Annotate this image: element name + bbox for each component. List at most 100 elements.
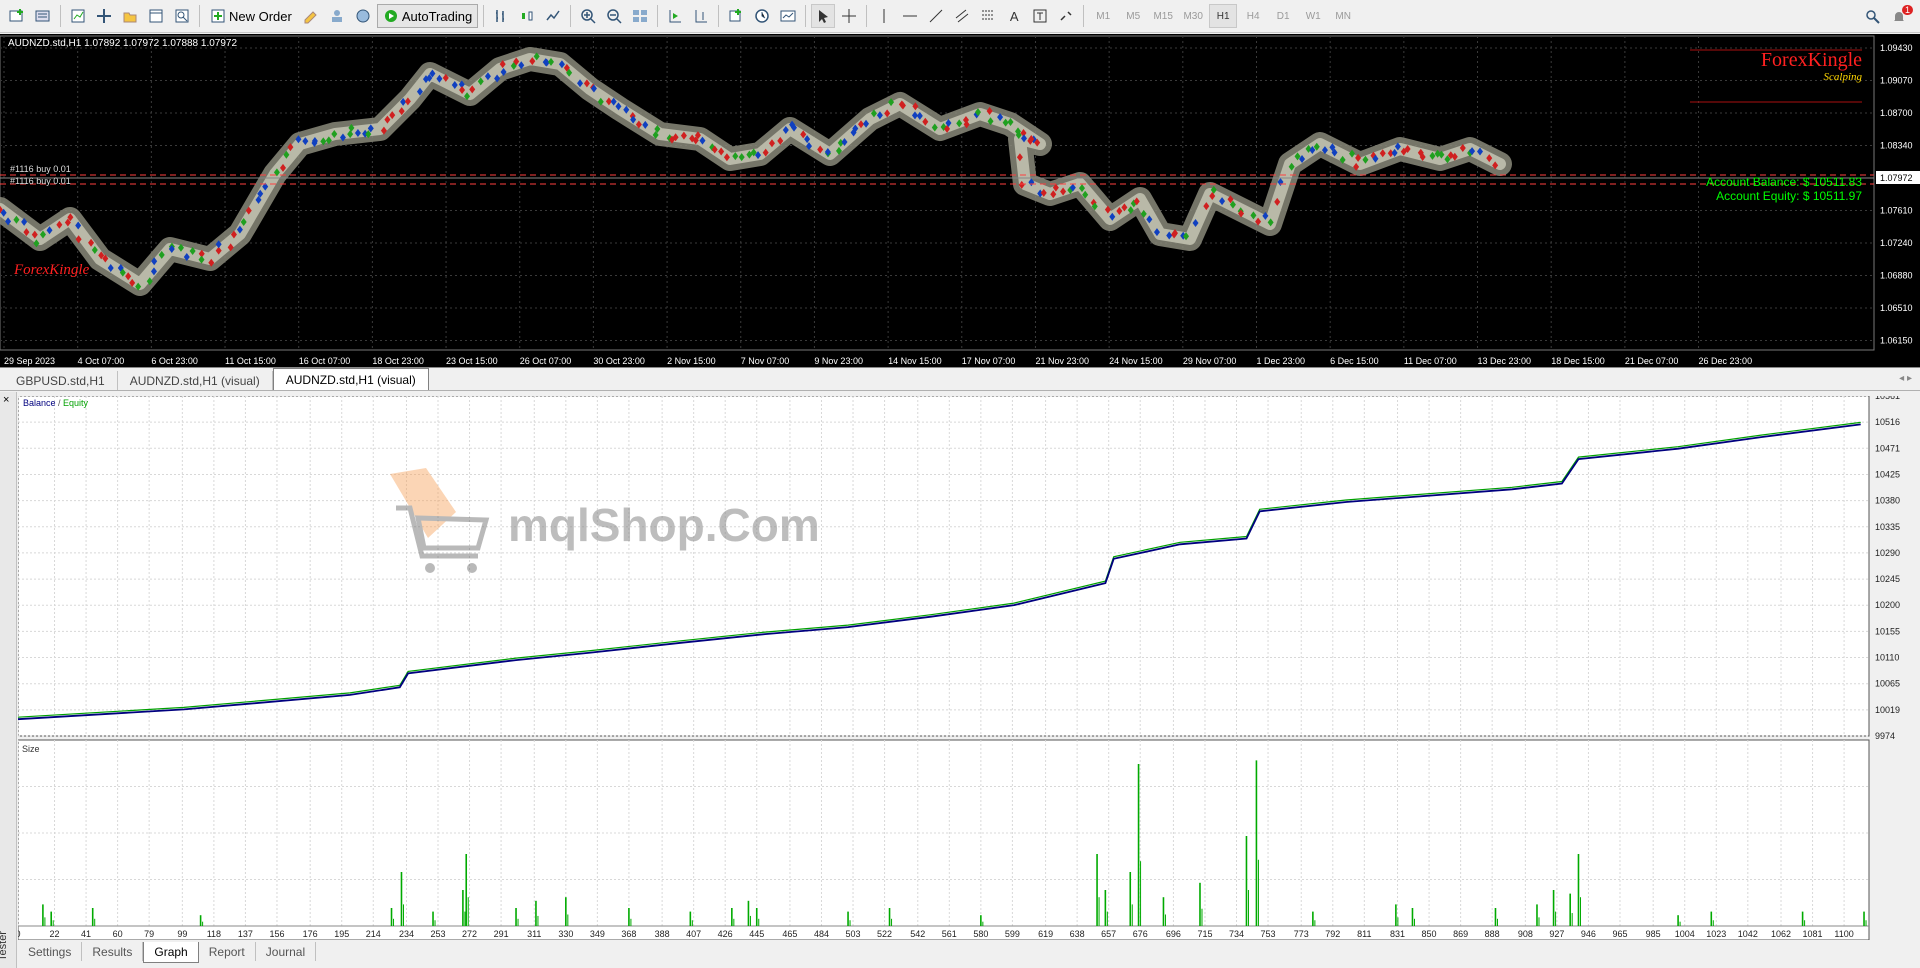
timeframe-m1[interactable]: M1 — [1089, 4, 1117, 28]
size-tick: 927 — [1549, 929, 1564, 939]
size-tick: 291 — [494, 929, 509, 939]
tab-settings[interactable]: Settings — [18, 942, 83, 961]
main-toolbar: New Order AutoTrading A M1 M5 M15 M30 H1… — [0, 0, 1920, 33]
vertical-line-icon[interactable] — [872, 4, 896, 28]
new-order-button[interactable]: New Order — [205, 4, 297, 28]
periods-icon[interactable] — [750, 4, 774, 28]
balance-tick: 10019 — [1875, 705, 1900, 715]
equidistant-channel-icon[interactable] — [950, 4, 974, 28]
text-icon[interactable]: A — [1002, 4, 1026, 28]
templates-icon[interactable] — [776, 4, 800, 28]
tab-journal[interactable]: Journal — [256, 942, 317, 961]
size-tick: 542 — [910, 929, 925, 939]
search-icon[interactable] — [1861, 5, 1885, 29]
chart-tab-audnzd-visual-2[interactable]: AUDNZD.std,H1 (visual) — [272, 368, 429, 390]
chart-shift-icon[interactable] — [689, 4, 713, 28]
size-tick: 79 — [144, 929, 154, 939]
auto-trading-label: AutoTrading — [401, 8, 473, 24]
price-chart-window[interactable]: 1.09430 1.09070 1.08700 1.08340 1.07972 1.076… — [0, 34, 1920, 368]
size-tick: 99 — [177, 929, 187, 939]
crosshair-icon[interactable] — [837, 4, 861, 28]
terminal-icon[interactable] — [144, 4, 168, 28]
new-chart-icon[interactable] — [5, 4, 29, 28]
fibonacci-icon[interactable] — [976, 4, 1000, 28]
data-window-icon[interactable] — [92, 4, 116, 28]
time-label: 9 Nov 23:00 — [814, 356, 863, 366]
bar-chart-icon[interactable] — [489, 4, 513, 28]
tab-scroll-arrows[interactable]: ◂ ▸ — [1899, 373, 1912, 384]
price-level: 1.08340 — [1880, 141, 1913, 151]
timeframe-h1[interactable]: H1 — [1209, 4, 1238, 28]
candlestick-icon[interactable] — [515, 4, 539, 28]
profiles-icon[interactable] — [31, 4, 55, 28]
zoom-out-icon[interactable] — [602, 4, 626, 28]
size-tick: 330 — [558, 929, 573, 939]
toolbar-separator — [1083, 5, 1085, 27]
price-chart[interactable]: 1.09430 1.09070 1.08700 1.08340 1.07972 1.076… — [0, 34, 1920, 367]
market-watch-icon[interactable] — [66, 4, 90, 28]
chart-tab-bar: GBPUSD.std,H1 AUDNZD.std,H1 (visual) AUD… — [0, 368, 1920, 391]
timeframe-d1[interactable]: D1 — [1269, 4, 1297, 28]
timeframe-m30[interactable]: M30 — [1179, 4, 1207, 28]
chart-header: AUDNZD.std,H1 1.07892 1.07972 1.07888 1.… — [8, 38, 237, 49]
auto-trading-button[interactable]: AutoTrading — [376, 4, 479, 28]
balance-tick: 10200 — [1875, 600, 1900, 610]
signals-icon[interactable] — [351, 4, 375, 28]
navigator-icon[interactable] — [118, 4, 142, 28]
indicators-icon[interactable] — [724, 4, 748, 28]
size-tick: 234 — [399, 929, 414, 939]
size-tick: 985 — [1646, 929, 1661, 939]
close-tester-icon[interactable]: × — [3, 394, 9, 406]
time-label: 21 Dec 07:00 — [1625, 356, 1679, 366]
trendline-icon[interactable] — [924, 4, 948, 28]
order-label: #1116 buy 0.01 — [10, 176, 71, 186]
size-tick: 503 — [846, 929, 861, 939]
timeframe-w1[interactable]: W1 — [1299, 4, 1327, 28]
tab-results[interactable]: Results — [82, 942, 144, 961]
size-tick: 869 — [1453, 929, 1468, 939]
size-tick: 946 — [1581, 929, 1596, 939]
cursor-icon[interactable] — [811, 4, 836, 28]
timeframe-mn[interactable]: MN — [1329, 4, 1357, 28]
new-order-label: New Order — [229, 8, 292, 24]
size-tick: 0 — [18, 929, 21, 939]
notifications-icon[interactable]: 1 — [1887, 5, 1913, 29]
chart-tab-audnzd-visual-1[interactable]: AUDNZD.std,H1 (visual) — [118, 371, 273, 390]
experts-icon[interactable] — [325, 4, 349, 28]
legend-balance: Balance — [23, 398, 56, 408]
size-tick: 1004 — [1675, 929, 1695, 939]
time-label: 6 Oct 23:00 — [151, 356, 198, 366]
balance-tick: 10380 — [1875, 496, 1900, 506]
size-tick: 734 — [1229, 929, 1244, 939]
text-label-icon[interactable] — [1028, 4, 1052, 28]
size-tick: 214 — [366, 929, 381, 939]
tab-graph[interactable]: Graph — [143, 942, 199, 963]
zoom-in-icon[interactable] — [576, 4, 600, 28]
time-label: 13 Dec 23:00 — [1478, 356, 1532, 366]
line-chart-icon[interactable] — [541, 4, 565, 28]
balance-tick: 10065 — [1875, 679, 1900, 689]
metaeditor-icon[interactable] — [299, 4, 323, 28]
timeframe-m5[interactable]: M5 — [1119, 4, 1147, 28]
chart-tab-gbpusd[interactable]: GBPUSD.std,H1 — [4, 371, 118, 390]
time-label: 18 Dec 15:00 — [1551, 356, 1605, 366]
arrows-icon[interactable] — [1054, 4, 1078, 28]
size-tick: 368 — [621, 929, 636, 939]
size-tick: 407 — [686, 929, 701, 939]
tester-side-label: Tester — [0, 931, 9, 961]
size-tick: 22 — [50, 929, 60, 939]
auto-scroll-icon[interactable] — [663, 4, 687, 28]
timeframe-m15[interactable]: M15 — [1149, 4, 1177, 28]
size-tick: 445 — [749, 929, 764, 939]
logo-text: ForexKingle — [1761, 49, 1862, 71]
tab-report[interactable]: Report — [199, 942, 256, 961]
timeframe-h4[interactable]: H4 — [1239, 4, 1267, 28]
tile-windows-icon[interactable] — [628, 4, 652, 28]
logo-left-text: ForexKingle — [13, 262, 90, 278]
account-equity: Account Equity: $ 10511.97 — [1716, 189, 1862, 203]
strategy-tester-icon[interactable] — [170, 4, 194, 28]
size-tick: 888 — [1485, 929, 1500, 939]
tester-graph[interactable]: mqlShop.Com 10561 10516 10471 10425 10380 103… — [18, 396, 1918, 940]
size-tick: 965 — [1612, 929, 1627, 939]
horizontal-line-icon[interactable] — [898, 4, 922, 28]
